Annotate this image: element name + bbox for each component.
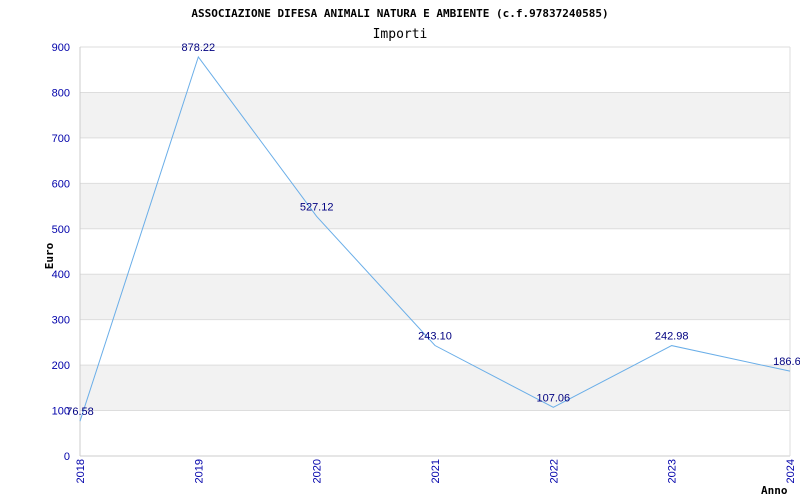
grid-band <box>80 92 790 138</box>
data-label-2021: 243.10 <box>418 331 452 343</box>
x-axis-ticks: 2018 2019 2020 2021 2022 2023 2024 <box>75 459 797 483</box>
data-label-2023: 242.98 <box>655 331 689 343</box>
chart-subtitle: Importi <box>373 27 428 42</box>
grid-band <box>80 183 790 229</box>
x-tick-label-2019: 2019 <box>193 459 205 483</box>
x-tick-label-2021: 2021 <box>430 459 442 483</box>
x-tick-label-2023: 2023 <box>667 459 679 483</box>
y-tick-label-600: 600 <box>52 178 70 190</box>
x-tick-label-2024: 2024 <box>785 459 797 483</box>
data-label-2019: 878.22 <box>182 42 216 54</box>
x-tick-label-2020: 2020 <box>312 459 324 483</box>
x-tick-label-2018: 2018 <box>75 459 87 483</box>
y-tick-label-500: 500 <box>52 224 70 236</box>
x-tick-label-2022: 2022 <box>548 459 560 483</box>
data-label-2024: 186.67 <box>773 356 800 368</box>
y-tick-label-400: 400 <box>52 269 70 281</box>
data-label-2018: 76.58 <box>66 406 94 418</box>
y-tick-label-300: 300 <box>52 315 70 327</box>
grid-band <box>80 365 790 411</box>
y-tick-label-900: 900 <box>52 42 70 54</box>
y-tick-label-800: 800 <box>52 87 70 99</box>
line-chart: ASSOCIAZIONE DIFESA ANIMALI NATURA E AMB… <box>43 7 800 497</box>
y-tick-label-0: 0 <box>64 451 70 463</box>
y-axis-title: Euro <box>43 242 56 269</box>
y-tick-label-700: 700 <box>52 133 70 145</box>
x-axis-title: Anno <box>761 484 788 497</box>
y-tick-label-200: 200 <box>52 360 70 372</box>
data-label-2020: 527.12 <box>300 201 334 213</box>
data-label-2022: 107.06 <box>537 392 571 404</box>
grid-bands <box>80 92 790 411</box>
grid-band <box>80 274 790 320</box>
chart-title: ASSOCIAZIONE DIFESA ANIMALI NATURA E AMB… <box>191 7 608 20</box>
